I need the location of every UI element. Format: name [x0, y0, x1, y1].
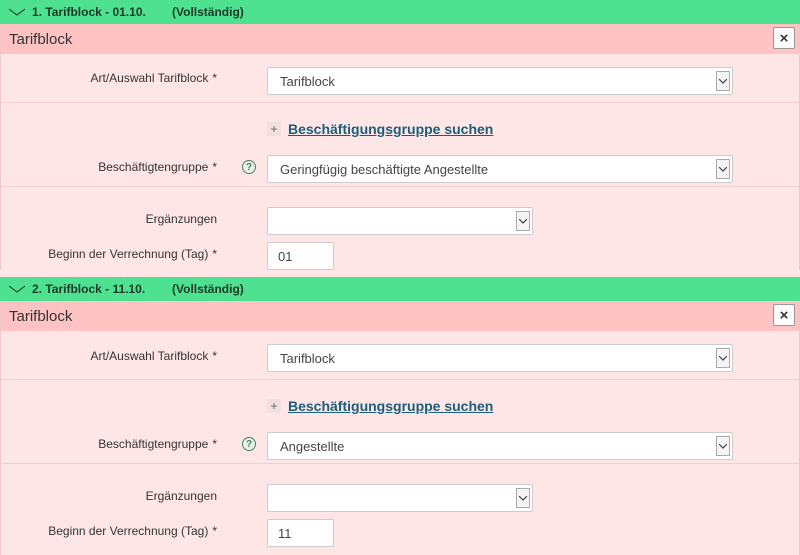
- chevron-down-icon[interactable]: [716, 436, 730, 456]
- chevron-down-icon[interactable]: [716, 348, 730, 368]
- gruppe-select[interactable]: Geringfügig beschäftigte Angestellte: [267, 155, 733, 183]
- plus-icon: +: [267, 399, 281, 413]
- art-select[interactable]: Tarifblock: [267, 344, 733, 372]
- art-label: Art/Auswahl Tarifblock *: [90, 349, 218, 363]
- art-select-value: Tarifblock: [280, 73, 335, 89]
- plus-icon: +: [267, 122, 281, 136]
- chevron-down-icon: [8, 285, 26, 293]
- chevron-down-icon[interactable]: [516, 211, 530, 231]
- gruppe-select-value: Geringfügig beschäftigte Angestellte: [280, 161, 489, 177]
- search-gruppe-link[interactable]: + Beschäftigungsgruppe suchen: [267, 398, 493, 414]
- ergaenzungen-select[interactable]: [267, 207, 533, 235]
- art-label: Art/Auswahl Tarifblock *: [90, 71, 218, 85]
- gruppe-select-value: Angestellte: [280, 438, 345, 454]
- panel-title: Tarifblock: [9, 30, 73, 48]
- search-gruppe-link[interactable]: + Beschäftigungsgruppe suchen: [267, 121, 493, 137]
- ergaenzungen-label: Ergänzungen: [145, 212, 217, 226]
- block-header-status: (Vollständig): [172, 282, 244, 296]
- search-gruppe-link-text[interactable]: Beschäftigungsgruppe suchen: [288, 121, 493, 137]
- gruppe-label: Beschäftigtengruppe *: [98, 437, 217, 451]
- panel: Tarifblock × Art/Auswahl Tarifblock * Tar…: [0, 301, 800, 555]
- panel-title: Tarifblock: [9, 307, 73, 325]
- panel-title-bar: Tarifblock ×: [1, 24, 799, 54]
- beginn-input[interactable]: 01: [267, 242, 334, 270]
- beginn-label: Beginn der Verrechnung (Tag) *: [48, 247, 217, 261]
- panel-title-bar: Tarifblock ×: [1, 301, 799, 331]
- block-header-title: 2. Tarifblock - 11.10.: [32, 282, 146, 296]
- help-icon[interactable]: ?: [242, 160, 256, 174]
- ergaenzungen-label: Ergänzungen: [145, 489, 217, 503]
- chevron-down-icon[interactable]: [516, 488, 530, 508]
- block-header-status: (Vollständig): [172, 5, 244, 19]
- panel: Tarifblock × Art/Auswahl Tarifblock * Tar…: [0, 24, 800, 270]
- close-button[interactable]: ×: [773, 304, 795, 326]
- chevron-down-icon: [8, 8, 26, 16]
- gruppe-select[interactable]: Angestellte: [267, 432, 733, 460]
- beginn-label: Beginn der Verrechnung (Tag) *: [48, 524, 217, 538]
- ergaenzungen-select[interactable]: [267, 484, 533, 512]
- tarifblock-2: 2. Tarifblock - 11.10. (Vollständig) Tar…: [0, 277, 800, 555]
- block-header-title: 1. Tarifblock - 01.10.: [32, 5, 146, 19]
- art-select[interactable]: Tarifblock: [267, 67, 733, 95]
- chevron-down-icon[interactable]: [716, 159, 730, 179]
- art-select-value: Tarifblock: [280, 350, 335, 366]
- beginn-input[interactable]: 11: [267, 519, 334, 547]
- block-header-2[interactable]: 2. Tarifblock - 11.10. (Vollständig): [0, 277, 800, 301]
- chevron-down-icon[interactable]: [716, 71, 730, 91]
- gruppe-label: Beschäftigtengruppe *: [98, 160, 217, 174]
- close-icon: ×: [779, 29, 789, 47]
- close-icon: ×: [779, 306, 789, 324]
- close-button[interactable]: ×: [773, 27, 795, 49]
- tarifblock-1: 1. Tarifblock - 01.10. (Vollständig) Tar…: [0, 0, 800, 270]
- search-gruppe-link-text[interactable]: Beschäftigungsgruppe suchen: [288, 398, 493, 414]
- help-icon[interactable]: ?: [242, 437, 256, 451]
- block-header-1[interactable]: 1. Tarifblock - 01.10. (Vollständig): [0, 0, 800, 24]
